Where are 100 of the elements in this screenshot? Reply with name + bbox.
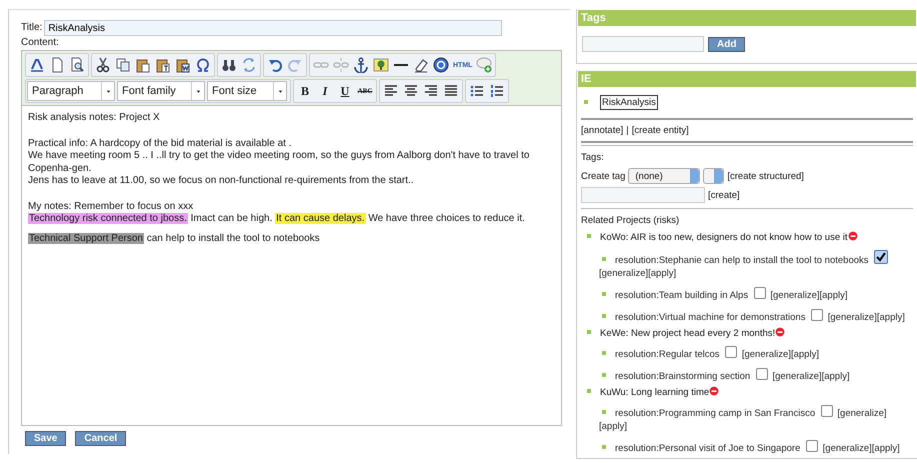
bullet-icon: [587, 389, 591, 394]
action-link[interactable]: [apply]: [599, 421, 627, 432]
numbered-list-icon[interactable]: [489, 83, 505, 99]
action-link[interactable]: [apply]: [790, 349, 819, 360]
editor-text: Practical info: A hardcopy of the bid material is available at .: [28, 138, 292, 150]
format-dropdown[interactable]: Font family: [117, 81, 205, 101]
action-link[interactable]: [annotate]: [581, 125, 624, 136]
highlighted-text: It can cause delays.: [275, 213, 366, 224]
action-link[interactable]: [apply]: [820, 290, 848, 301]
bullet-icon: [602, 445, 606, 450]
action-link[interactable]: [apply]: [648, 268, 676, 279]
editor-text: My notes: Remember to focus on xxx: [28, 200, 194, 213]
resolution-text: resolution:Programming camp in San Francisco: [615, 408, 816, 419]
editor-text: Jens has to leave at 11.00, so we focus on non-functional re-quirements from the start..: [28, 175, 415, 188]
paste-word-icon[interactable]: [175, 57, 191, 73]
bullet-icon: [602, 257, 606, 262]
image-icon[interactable]: [373, 57, 389, 73]
action-link[interactable]: [generalize]: [599, 268, 648, 279]
anchor-icon[interactable]: [353, 57, 369, 73]
action-link[interactable]: [generalize]: [822, 443, 872, 454]
resolution-text: resolution:Personal visit of Joe to Singapore: [615, 443, 800, 454]
align-left-icon[interactable]: [383, 83, 399, 99]
dropdown-arrow-icon[interactable]: [104, 88, 112, 94]
field-label: Create tag: [581, 170, 626, 182]
project-item: KoWo: AIR is too new, designers do not know how to use it: [600, 232, 848, 243]
resolution-text: resolution:Team building in Alps: [615, 290, 748, 301]
action-link[interactable]: [apply]: [872, 443, 900, 454]
format-button[interactable]: I: [315, 81, 335, 101]
checkbox[interactable]: [754, 287, 766, 299]
checkbox[interactable]: [756, 368, 768, 380]
omega-icon[interactable]: [195, 57, 211, 73]
tag-field[interactable]: [582, 36, 704, 52]
editor-text: Risk analysis notes: Project X: [28, 112, 161, 124]
format-dropdown[interactable]: Paragraph: [27, 81, 115, 101]
format-dropdown[interactable]: Font size: [207, 81, 287, 101]
field-label: Content:: [21, 36, 60, 50]
section-label: Related Projects (risks): [581, 214, 680, 228]
format-button[interactable]: U: [335, 81, 355, 101]
action-link[interactable]: [generalize]: [837, 408, 887, 419]
align-justify-icon[interactable]: [443, 83, 459, 99]
remove-icon[interactable]: [709, 386, 720, 396]
checkbox[interactable]: [811, 309, 824, 321]
comment-add-icon[interactable]: [476, 57, 492, 73]
bullet-icon: [602, 314, 606, 318]
section-label: Tags:: [581, 151, 605, 165]
title-field[interactable]: RiskAnalysis: [44, 20, 502, 36]
checkbox[interactable]: [806, 440, 818, 452]
resolution-text: resolution:Stephanie can help to install the tool to notebooks: [615, 255, 869, 266]
eraser-icon[interactable]: [413, 57, 429, 73]
action-link[interactable]: [generalize]: [772, 371, 822, 382]
align-center-icon[interactable]: [403, 83, 419, 99]
dropdown-arrow-icon[interactable]: [276, 88, 284, 94]
bullet-icon: [602, 292, 606, 296]
action-link[interactable]: [apply]: [822, 371, 850, 382]
panel-header: IE: [578, 71, 916, 87]
paste-icon[interactable]: [135, 57, 151, 73]
resolution-text: resolution:Brainstorming section: [615, 371, 750, 382]
action-link[interactable]: [generalize]: [770, 290, 820, 301]
action-link[interactable]: [apply]: [876, 312, 905, 323]
resolution-text: resolution:Virtual machine for demonstrations: [615, 312, 806, 323]
checkbox[interactable]: [820, 405, 833, 417]
resolution-text: resolution:Regular telcos: [615, 349, 720, 360]
align-right-icon[interactable]: [423, 83, 439, 99]
action-link[interactable]: [generalize]: [742, 349, 791, 360]
dropdown-arrow-icon[interactable]: [194, 88, 202, 94]
action-link[interactable]: [create]: [708, 190, 740, 200]
editor-content-area[interactable]: [21, 106, 562, 426]
bullet-list-icon[interactable]: [469, 83, 485, 99]
paste-text-icon[interactable]: [155, 57, 171, 73]
checkbox[interactable]: [725, 346, 738, 358]
editor-text: We have three choices to reduce it.: [367, 213, 525, 224]
bullet-icon: [602, 410, 606, 414]
entity-label[interactable]: RiskAnalysis: [600, 95, 658, 110]
separator: |: [626, 125, 629, 136]
remove-icon[interactable]: [775, 327, 786, 337]
copy-icon[interactable]: [115, 57, 131, 73]
undo-icon[interactable]: [267, 57, 283, 73]
checkbox[interactable]: [874, 250, 888, 264]
scissors-icon[interactable]: [95, 57, 111, 73]
preview-icon[interactable]: [69, 57, 85, 73]
highlighted-text: Technical Support Person: [28, 232, 144, 244]
bullet-icon: [602, 351, 606, 356]
bullet-icon: [587, 330, 591, 334]
help-icon[interactable]: [433, 57, 449, 73]
field-label: Title:: [21, 21, 42, 35]
binoculars-icon[interactable]: [221, 57, 237, 73]
editor-text: Imact can be high.: [190, 213, 274, 224]
action-link[interactable]: [create entity]: [632, 125, 689, 136]
bullet-icon: [587, 234, 591, 238]
bullet-icon: [602, 373, 606, 378]
action-link[interactable]: [create structured]: [727, 170, 804, 182]
project-item: KeWe: New project head every 2 months!: [600, 328, 776, 339]
highlighted-text: Technology risk connected to jboss.: [28, 213, 188, 224]
editor-text: We have meeting room 5 .. I ..ll try to get the video meeting room, so the guys from Aalborg don't have to travel to Copenha-gen.: [28, 150, 530, 175]
text-style-icon[interactable]: [29, 57, 45, 73]
remove-icon[interactable]: [848, 231, 858, 241]
tag-field[interactable]: [581, 187, 705, 203]
action-link[interactable]: [generalize]: [828, 312, 877, 323]
tag-dropdown[interactable]: (none): [628, 168, 700, 184]
format-button[interactable]: B: [295, 81, 315, 101]
